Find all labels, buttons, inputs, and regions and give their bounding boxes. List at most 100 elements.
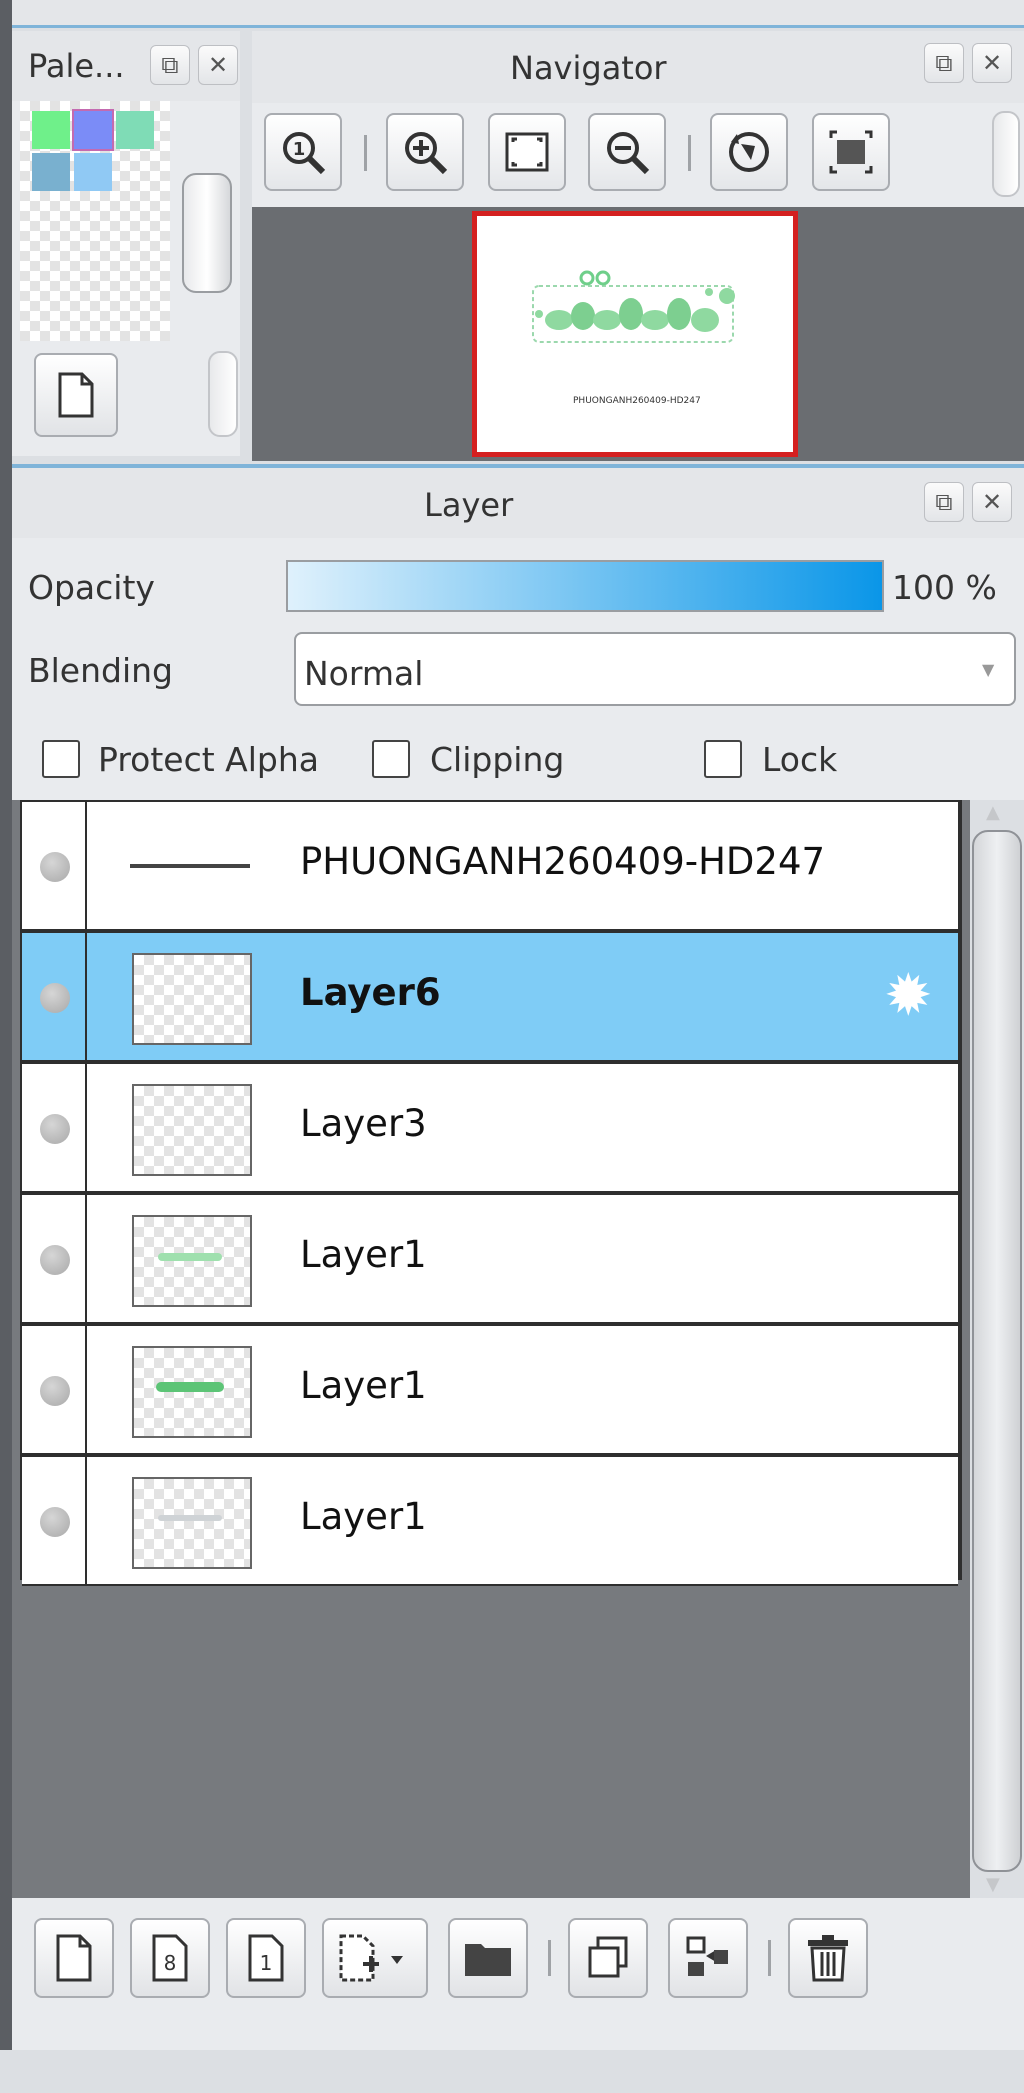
toolbar-separator bbox=[548, 1940, 551, 1976]
rotate-icon bbox=[729, 132, 769, 172]
scroll-up-arrow[interactable]: ▲ bbox=[986, 802, 1000, 823]
zoom-actual-size-button[interactable]: 1 bbox=[264, 113, 342, 191]
layer-row[interactable]: Layer1 bbox=[22, 1195, 958, 1324]
layer-row-divider bbox=[85, 802, 87, 929]
layer-thumbnail bbox=[132, 1084, 252, 1176]
opacity-slider[interactable] bbox=[286, 560, 884, 612]
layer-list-scrollbar[interactable]: ▲ ▼ bbox=[970, 800, 1024, 1898]
layer-name: Layer1 bbox=[300, 1233, 427, 1276]
layer-panel: Layer ⧉ ✕ Opacity 100 % Blending Normal … bbox=[12, 468, 1024, 2050]
layer-row[interactable]: Layer3 bbox=[22, 1064, 958, 1193]
gear-icon[interactable]: ✹ bbox=[884, 963, 933, 1027]
toolbar-separator bbox=[688, 135, 691, 171]
close-icon: ✕ bbox=[981, 49, 1003, 77]
palette-swatch[interactable] bbox=[32, 111, 70, 149]
layer-visibility-toggle[interactable] bbox=[40, 852, 70, 882]
lock-checkbox[interactable] bbox=[704, 740, 742, 778]
palette-scrollbar-track[interactable] bbox=[178, 111, 236, 347]
fit-window-icon bbox=[505, 132, 549, 172]
layer-row-selected[interactable]: Layer6 ✹ bbox=[22, 933, 958, 1062]
zoom-one-icon: 1 bbox=[283, 132, 326, 175]
toolbar-separator bbox=[364, 135, 367, 171]
navigator-close-button[interactable]: ✕ bbox=[972, 43, 1012, 83]
text-layer-icon bbox=[130, 864, 250, 868]
zoom-in-button[interactable] bbox=[386, 113, 464, 191]
close-icon: ✕ bbox=[207, 51, 229, 79]
new-1bit-layer-button[interactable]: 1 bbox=[226, 1918, 306, 1998]
layer-name: Layer6 bbox=[300, 971, 441, 1014]
delete-layer-button[interactable] bbox=[788, 1918, 868, 1998]
layer-visibility-toggle[interactable] bbox=[40, 983, 70, 1013]
layer-thumbnail bbox=[132, 953, 252, 1045]
palette-swatch[interactable] bbox=[72, 109, 114, 151]
top-dock-strip bbox=[12, 0, 1024, 28]
layer-name: Layer1 bbox=[300, 1364, 427, 1407]
layer-visibility-toggle[interactable] bbox=[40, 1245, 70, 1275]
layer-thumbnail bbox=[132, 1346, 252, 1438]
svg-text:8: 8 bbox=[164, 1951, 177, 1975]
toolbar-separator bbox=[768, 1940, 771, 1976]
navigator-scroll-handle[interactable] bbox=[992, 111, 1020, 197]
close-icon: ✕ bbox=[981, 488, 1003, 516]
new-layer-button[interactable] bbox=[34, 1918, 114, 1998]
float-window-icon: ⧉ bbox=[161, 51, 179, 79]
layer-name: Layer3 bbox=[300, 1102, 427, 1145]
zoom-out-icon bbox=[607, 132, 650, 175]
palette-title: Pale... bbox=[28, 47, 125, 85]
add-layer-dropdown-button[interactable] bbox=[322, 1918, 428, 1998]
layer-row-divider bbox=[85, 933, 87, 1060]
palette-new-button[interactable] bbox=[34, 353, 118, 437]
palette-scroll-thumb[interactable] bbox=[182, 173, 232, 293]
layer-visibility-toggle[interactable] bbox=[40, 1507, 70, 1537]
clipping-checkbox[interactable] bbox=[372, 740, 410, 778]
palette-bottom-scroll[interactable] bbox=[208, 351, 238, 437]
zoom-in-icon bbox=[405, 132, 448, 175]
canvas-thumbnail[interactable]: PHUONGANH260409-HD247 bbox=[472, 211, 798, 457]
palette-close-button[interactable]: ✕ bbox=[198, 45, 238, 85]
palette-title-bar: Pale... ⧉ ✕ bbox=[12, 31, 240, 101]
palette-swatch[interactable] bbox=[74, 153, 112, 191]
layer-visibility-toggle[interactable] bbox=[40, 1376, 70, 1406]
duplicate-icon bbox=[588, 1936, 628, 1978]
layer-row-divider bbox=[85, 1195, 87, 1322]
layer-row[interactable]: Layer1 bbox=[22, 1457, 958, 1586]
thumbnail-artwork bbox=[158, 1515, 222, 1521]
layer-row[interactable]: PHUONGANH260409-HD247 bbox=[22, 802, 958, 931]
layer-row[interactable]: Layer1 bbox=[22, 1326, 958, 1455]
palette-swatch-grid[interactable] bbox=[20, 101, 170, 341]
navigator-panel: Navigator ⧉ ✕ 1 PHUONGANH260409-HD247 bbox=[252, 31, 1024, 461]
zoom-out-button[interactable] bbox=[588, 113, 666, 191]
new-8bit-layer-button[interactable]: 8 bbox=[130, 1918, 210, 1998]
navigator-preview-area[interactable]: PHUONGANH260409-HD247 bbox=[252, 207, 1024, 461]
palette-swatch[interactable] bbox=[116, 111, 154, 149]
fullscreen-button[interactable] bbox=[812, 113, 890, 191]
layer-scroll-thumb[interactable] bbox=[972, 830, 1022, 1872]
blending-label: Blending bbox=[28, 651, 174, 690]
palette-float-button[interactable]: ⧉ bbox=[150, 45, 190, 85]
thumbnail-artwork bbox=[158, 1253, 222, 1261]
scroll-down-arrow[interactable]: ▼ bbox=[986, 1874, 1000, 1895]
opacity-label: Opacity bbox=[28, 568, 155, 607]
layer-close-button[interactable]: ✕ bbox=[972, 482, 1012, 522]
layer-name: PHUONGANH260409-HD247 bbox=[300, 840, 826, 883]
blending-mode-select[interactable]: Normal ▼ bbox=[294, 632, 1016, 706]
merge-down-icon bbox=[686, 1936, 728, 1976]
layer-list[interactable]: PHUONGANH260409-HD247 Layer6 ✹ Layer3 La… bbox=[12, 800, 970, 1898]
fit-to-window-button[interactable] bbox=[488, 113, 566, 191]
preview-caption: PHUONGANH260409-HD247 bbox=[573, 396, 701, 406]
layer-float-button[interactable]: ⧉ bbox=[924, 482, 964, 522]
new-folder-button[interactable] bbox=[448, 1918, 528, 1998]
rotate-reset-button[interactable] bbox=[710, 113, 788, 191]
layer-row-divider bbox=[85, 1326, 87, 1453]
navigator-float-button[interactable]: ⧉ bbox=[924, 43, 964, 83]
protect-alpha-checkbox[interactable] bbox=[42, 740, 80, 778]
duplicate-layer-button[interactable] bbox=[568, 1918, 648, 1998]
layer-thumbnail bbox=[132, 1215, 252, 1307]
layer-visibility-toggle[interactable] bbox=[40, 1114, 70, 1144]
chevron-down-icon: ▼ bbox=[982, 660, 995, 679]
canvas-artwork-preview bbox=[532, 270, 735, 343]
palette-swatch[interactable] bbox=[32, 153, 70, 191]
float-window-icon: ⧉ bbox=[935, 49, 953, 77]
merge-down-button[interactable] bbox=[668, 1918, 748, 1998]
blending-mode-value: Normal bbox=[304, 654, 424, 693]
